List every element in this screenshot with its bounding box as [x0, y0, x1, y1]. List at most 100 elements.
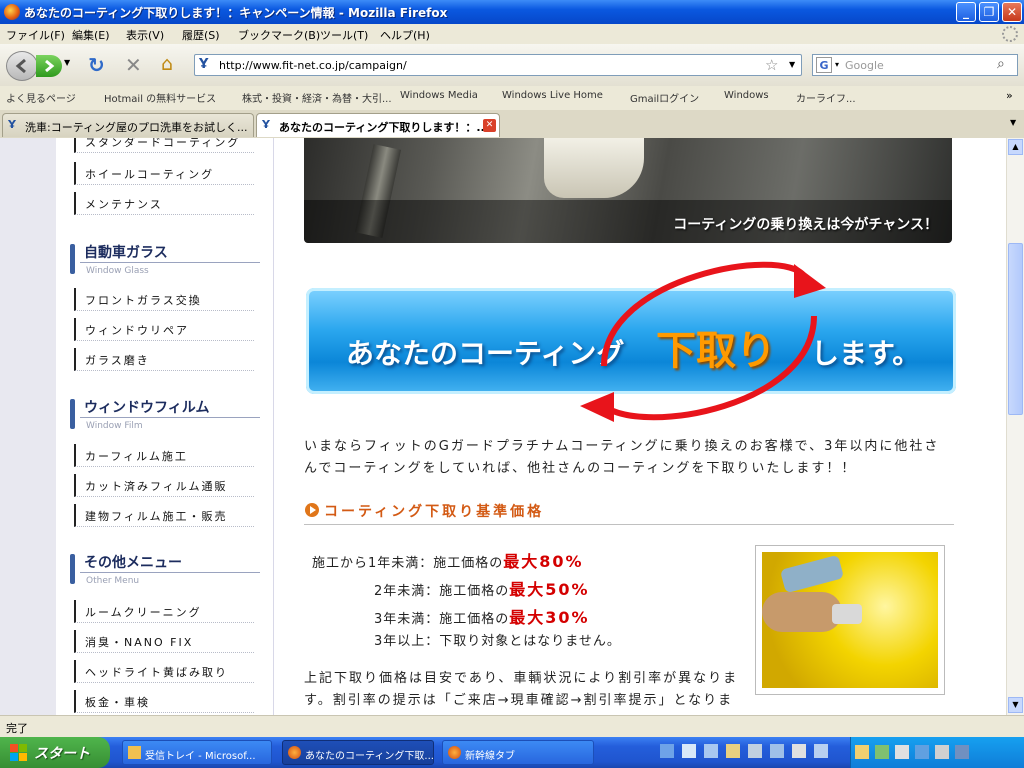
tray-icon[interactable]	[855, 745, 869, 759]
start-button[interactable]: スタート	[0, 737, 110, 768]
tab-bar: Ұ 洗車:コーティング屋のプロ洗車をお試しく... Ұ あなたのコーティング下取…	[0, 110, 1024, 139]
url-bar[interactable]: Ұ http://www.fit-net.co.jp/campaign/ ☆ ▼	[194, 54, 802, 76]
price-percent: 最大50%	[509, 580, 590, 599]
reload-icon[interactable]: ↻	[88, 53, 105, 77]
tab-active[interactable]: Ұ あなたのコーティング下取りします！：... ✕	[256, 113, 500, 137]
menu-help[interactable]: ヘルプ(H)	[380, 27, 430, 43]
app-icon[interactable]	[704, 744, 718, 758]
site-favicon-icon: Ұ	[199, 57, 209, 72]
menu-view[interactable]: 表示(V)	[126, 27, 164, 43]
bookmark-star-icon[interactable]: ☆	[765, 56, 778, 74]
url-dropdown-icon[interactable]: ▼	[789, 60, 795, 69]
outlook-icon	[128, 746, 141, 759]
app-icon[interactable]	[770, 744, 784, 758]
sidebar-item[interactable]: ヘッドライト黄ばみ取り	[74, 660, 254, 683]
minimize-button[interactable]: _	[956, 2, 976, 22]
sidebar-item[interactable]: カット済みフィルム通販	[74, 474, 254, 497]
tab-inactive[interactable]: Ұ 洗車:コーティング屋のプロ洗車をお試しく...	[2, 113, 254, 137]
price-percent: 最大80%	[503, 552, 584, 571]
bookmark-item[interactable]: 株式・投資・経済・為替・大引...	[242, 90, 392, 105]
maximize-button[interactable]: ❐	[979, 2, 999, 22]
app-icon[interactable]	[748, 744, 762, 758]
menu-tools[interactable]: ツール(T)	[320, 27, 368, 43]
sidebar-item[interactable]: 板金・車検	[74, 690, 254, 713]
price-row: 施工から1年未満：施工価格の最大80%	[312, 552, 584, 571]
taskbar-item-active[interactable]: あなたのコーティング下取...	[282, 740, 434, 765]
hero-image: コーティングの乗り換えは今がチャンス！	[304, 138, 952, 243]
bookmark-item[interactable]: Windows	[724, 90, 769, 101]
status-text: 完了	[6, 722, 28, 735]
hero-caption: コーティングの乗り換えは今がチャンス！	[673, 217, 938, 233]
sidebar-item[interactable]: 消臭・NANO FIX	[74, 630, 254, 653]
app-icon[interactable]	[726, 744, 740, 758]
play-circle-icon	[305, 503, 319, 517]
forward-arrow-icon	[45, 59, 55, 73]
firefox-icon	[4, 4, 20, 20]
tray-icon[interactable]	[875, 745, 889, 759]
hand-shape	[762, 592, 842, 632]
price-row: 2年未満：施工価格の最大50%	[374, 580, 590, 599]
scroll-down-icon[interactable]: ▼	[1008, 697, 1023, 713]
menu-bookmarks[interactable]: ブックマーク(B)	[238, 27, 320, 43]
throbber-icon	[1002, 26, 1018, 42]
menu-bar: ファイル(F) 編集(E) 表示(V) 履歴(S) ブックマーク(B) ツール(…	[0, 24, 1024, 44]
bookmark-item[interactable]: よく見るページ	[6, 90, 76, 105]
bookmarks-overflow-icon[interactable]: »	[1006, 89, 1013, 102]
tab-list-icon[interactable]: ▼	[1010, 118, 1016, 127]
sidebar-item[interactable]: スタンダードコーティング	[74, 138, 254, 153]
menu-edit[interactable]: 編集(E)	[72, 27, 110, 43]
sidebar-item[interactable]: ルームクリーニング	[74, 600, 254, 623]
bookmark-item[interactable]: Windows Media	[400, 90, 478, 101]
taskbar-item[interactable]: 新幹線タブ	[442, 740, 594, 765]
close-button[interactable]: ✕	[1002, 2, 1022, 22]
forward-button[interactable]	[36, 55, 62, 77]
price-percent: 最大30%	[509, 608, 590, 627]
stop-icon[interactable]: ✕	[125, 53, 142, 77]
bookmark-item[interactable]: Hotmail の無料サービス	[104, 90, 216, 105]
sidebar-item[interactable]: 建物フィルム施工・販売	[74, 504, 254, 527]
swap-arrows-icon	[580, 261, 826, 422]
sidebar-item[interactable]: ガラス磨き	[74, 348, 254, 371]
app-icon[interactable]	[660, 744, 674, 758]
tray-icon[interactable]	[955, 745, 969, 759]
bookmark-item[interactable]: カーライフ...	[796, 90, 856, 105]
engine-dropdown-icon[interactable]: ▾	[835, 60, 839, 69]
tray-icon[interactable]	[935, 745, 949, 759]
app-icon[interactable]	[682, 744, 696, 758]
app-icon[interactable]	[814, 744, 828, 758]
scroll-up-icon[interactable]: ▲	[1008, 139, 1023, 155]
coating-photo	[755, 545, 945, 695]
menu-history[interactable]: 履歴(S)	[182, 27, 220, 43]
search-box[interactable]: G ▾ Google ⌕	[812, 54, 1018, 76]
home-icon[interactable]: ⌂	[161, 53, 173, 75]
app-icon[interactable]	[792, 744, 806, 758]
sidebar-item[interactable]: メンテナンス	[74, 192, 254, 215]
price-row: 3年以上：下取り対象とはなりません。	[374, 634, 621, 649]
tray-icon[interactable]	[915, 745, 929, 759]
back-button[interactable]	[6, 51, 38, 81]
spray-shape	[832, 604, 862, 624]
cloth-shape	[779, 554, 845, 594]
intro-paragraph: いまならフィットのGガードプラチナムコーティングに乗り換えのお客様で、3年以内に…	[304, 439, 940, 476]
tray-icon[interactable]	[895, 745, 909, 759]
google-engine-icon[interactable]: G	[816, 57, 832, 73]
section-heading: コーティング下取り基準価格	[304, 498, 954, 525]
bookmark-item[interactable]: Gmailログイン	[630, 90, 699, 105]
section-title: コーティング下取り基準価格	[324, 504, 545, 520]
search-placeholder: Google	[845, 59, 884, 72]
menu-file[interactable]: ファイル(F)	[6, 27, 65, 43]
taskbar-item[interactable]: 受信トレイ - Microsof...	[122, 740, 272, 765]
sidebar-item[interactable]: カーフィルム施工	[74, 444, 254, 467]
back-arrow-icon	[15, 58, 26, 74]
history-dropdown-icon[interactable]: ▼	[64, 58, 70, 67]
tab-close-icon[interactable]: ✕	[483, 119, 496, 132]
vertical-scrollbar[interactable]: ▲ ▼	[1006, 138, 1024, 715]
tab-label: あなたのコーティング下取りします！：...	[279, 121, 489, 134]
sidebar-item[interactable]: ホイールコーティング	[74, 162, 254, 185]
search-icon[interactable]: ⌕	[997, 56, 1005, 72]
sidebar-item[interactable]: ウィンドウリペア	[74, 318, 254, 341]
bookmark-item[interactable]: Windows Live Home	[502, 90, 603, 101]
scroll-thumb[interactable]	[1008, 243, 1023, 415]
sidebar-item[interactable]: フロントガラス交換	[74, 288, 254, 311]
car-mirror-shape	[544, 138, 644, 198]
